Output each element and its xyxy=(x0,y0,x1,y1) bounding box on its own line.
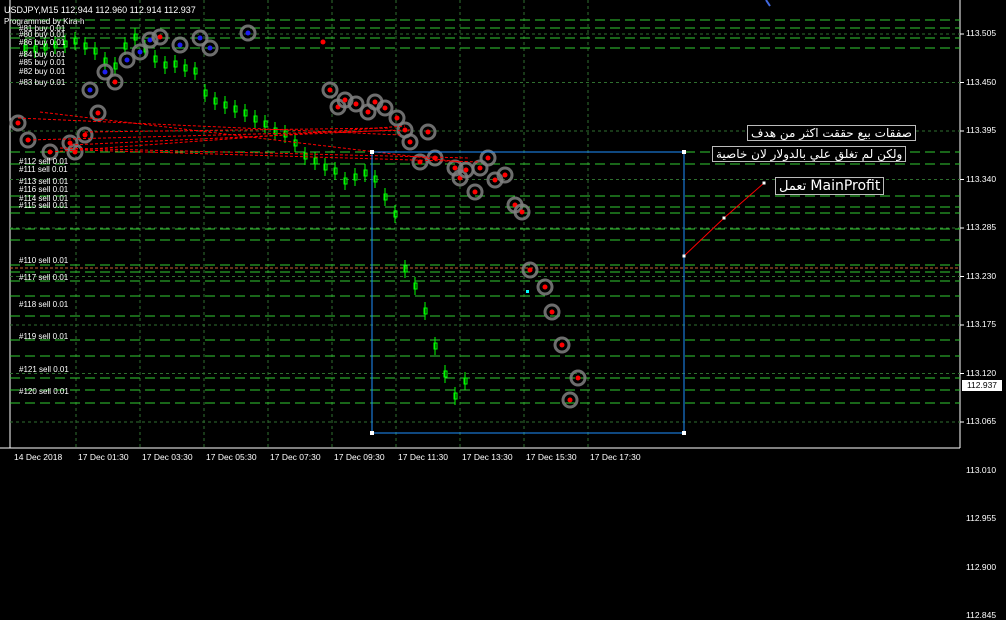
scroll-marker xyxy=(765,0,771,7)
price-tick-label: 113.065 xyxy=(966,416,997,426)
trade-marker-dot xyxy=(575,375,581,381)
order-label[interactable]: #85 buy 0.01 xyxy=(19,58,65,67)
price-tick-label: 112.845 xyxy=(966,610,997,620)
trade-marker-dot xyxy=(382,105,388,111)
trend-line-point xyxy=(682,254,686,258)
annotation-line-2[interactable]: ولكن لم تغلق علي بالدولار لان خاصية xyxy=(712,146,907,162)
rectangle-handle xyxy=(370,150,374,154)
trade-marker-dot xyxy=(432,155,438,161)
trade-marker-dot xyxy=(102,69,108,75)
price-tick-label: 113.230 xyxy=(966,270,997,281)
time-tick-label: 17 Dec 03:30 xyxy=(142,452,193,462)
trade-marker-dot xyxy=(112,79,118,85)
trade-marker-dot xyxy=(452,165,458,171)
time-tick-label: 17 Dec 07:30 xyxy=(270,452,321,462)
trade-marker-dot xyxy=(197,35,203,41)
trend-line-point xyxy=(722,216,726,220)
trade-marker-dot xyxy=(124,57,130,63)
pending-order-marker xyxy=(320,39,326,45)
rectangle-handle xyxy=(682,431,686,435)
order-label[interactable]: #82 buy 0.01 xyxy=(19,67,65,76)
rectangle-handle xyxy=(370,431,374,435)
trade-marker-dot xyxy=(327,87,333,93)
annotation-text-3: تعمل xyxy=(779,179,807,194)
trend-line-point xyxy=(762,181,766,185)
time-tick-label: 17 Dec 01:30 xyxy=(78,452,129,462)
trade-marker-dot xyxy=(95,110,101,116)
price-tick-label: 113.340 xyxy=(966,173,997,184)
price-tick-label: 113.175 xyxy=(966,319,997,329)
time-tick-label: 17 Dec 13:30 xyxy=(462,452,513,462)
trade-marker-dot xyxy=(87,87,93,93)
annotation-line-1[interactable]: صفقات بيع حققت اكثر من هدف xyxy=(747,125,916,141)
annotation-line-3[interactable]: تعمل MainProfit xyxy=(775,177,885,195)
trade-marker-dot xyxy=(245,30,251,36)
order-label[interactable]: #115 sell 0.01 xyxy=(19,201,68,210)
order-label[interactable]: #116 sell 0.01 xyxy=(19,185,68,194)
price-tick-label: 112.955 xyxy=(966,513,997,523)
trade-marker-dot xyxy=(372,99,378,105)
trade-marker-dot xyxy=(365,109,371,115)
order-label[interactable]: #120 sell 0.01 xyxy=(19,387,69,396)
price-tick-label: 113.395 xyxy=(966,125,997,135)
chart-window[interactable]: USDJPY,M15 112.944 112.960 112.914 112.9… xyxy=(0,0,1006,620)
rectangle-handle xyxy=(682,150,686,154)
price-tick-label: 112.900 xyxy=(966,561,997,572)
trade-marker-dot xyxy=(527,267,533,273)
trade-marker-dot xyxy=(15,120,21,126)
time-tick-label: 17 Dec 15:30 xyxy=(526,452,577,462)
trade-marker-dot xyxy=(157,34,163,40)
trade-marker-dot xyxy=(82,132,88,138)
time-tick-label: 17 Dec 17:30 xyxy=(590,452,641,462)
trade-marker-dot xyxy=(519,209,525,215)
mid-handle xyxy=(526,290,529,293)
current-price-label: 112.937 xyxy=(962,380,1002,391)
trade-marker-dot xyxy=(394,115,400,121)
symbol-header: USDJPY,M15 112.944 112.960 112.914 112.9… xyxy=(4,5,196,15)
trade-marker-dot xyxy=(425,129,431,135)
time-tick-label: 17 Dec 09:30 xyxy=(334,452,385,462)
annotation-text-2: ولكن لم تغلق علي بالدولار لان خاصية xyxy=(716,147,903,161)
trade-marker-dot xyxy=(549,309,555,315)
time-tick-label: 14 Dec 2018 xyxy=(14,452,63,462)
price-tick-label: 113.285 xyxy=(966,222,997,232)
price-chart[interactable] xyxy=(0,0,1006,470)
order-label[interactable]: #111 sell 0.01 xyxy=(19,165,68,174)
trade-marker-dot xyxy=(353,101,359,107)
trade-marker-dot xyxy=(485,155,491,161)
order-label[interactable]: #83 buy 0.01 xyxy=(19,78,65,87)
annotation-text-1: صفقات بيع حققت اكثر من هدف xyxy=(751,126,912,140)
trade-marker-dot xyxy=(137,49,143,55)
trade-marker-dot xyxy=(502,172,508,178)
time-tick-label: 17 Dec 05:30 xyxy=(206,452,257,462)
trade-marker-dot xyxy=(559,342,565,348)
trade-marker-dot xyxy=(207,45,213,51)
mainprofit-keyword: MainProfit xyxy=(810,178,881,194)
order-label[interactable]: #118 sell 0.01 xyxy=(19,300,68,309)
price-tick-label: 113.120 xyxy=(966,367,997,378)
trade-marker-dot xyxy=(463,167,469,173)
trade-marker-dot xyxy=(542,284,548,290)
price-tick-label: 113.450 xyxy=(966,76,997,87)
price-tick-label: 113.505 xyxy=(966,28,997,38)
trade-marker-dot xyxy=(472,189,478,195)
order-label[interactable]: #121 sell 0.01 xyxy=(19,365,69,374)
order-label[interactable]: #119 sell 0.01 xyxy=(19,332,68,341)
trade-marker-dot xyxy=(477,165,483,171)
order-label[interactable]: #110 sell 0.01 xyxy=(19,256,68,265)
trade-marker-dot xyxy=(407,139,413,145)
time-tick-label: 17 Dec 11:30 xyxy=(398,452,448,462)
trade-marker-dot xyxy=(567,397,573,403)
trade-marker-dot xyxy=(492,177,498,183)
trade-marker-dot xyxy=(342,97,348,103)
order-label[interactable]: #117 sell 0.01 xyxy=(19,273,68,282)
trade-marker-dot xyxy=(177,42,183,48)
order-label[interactable]: #86 buy 0.01 xyxy=(19,38,65,47)
